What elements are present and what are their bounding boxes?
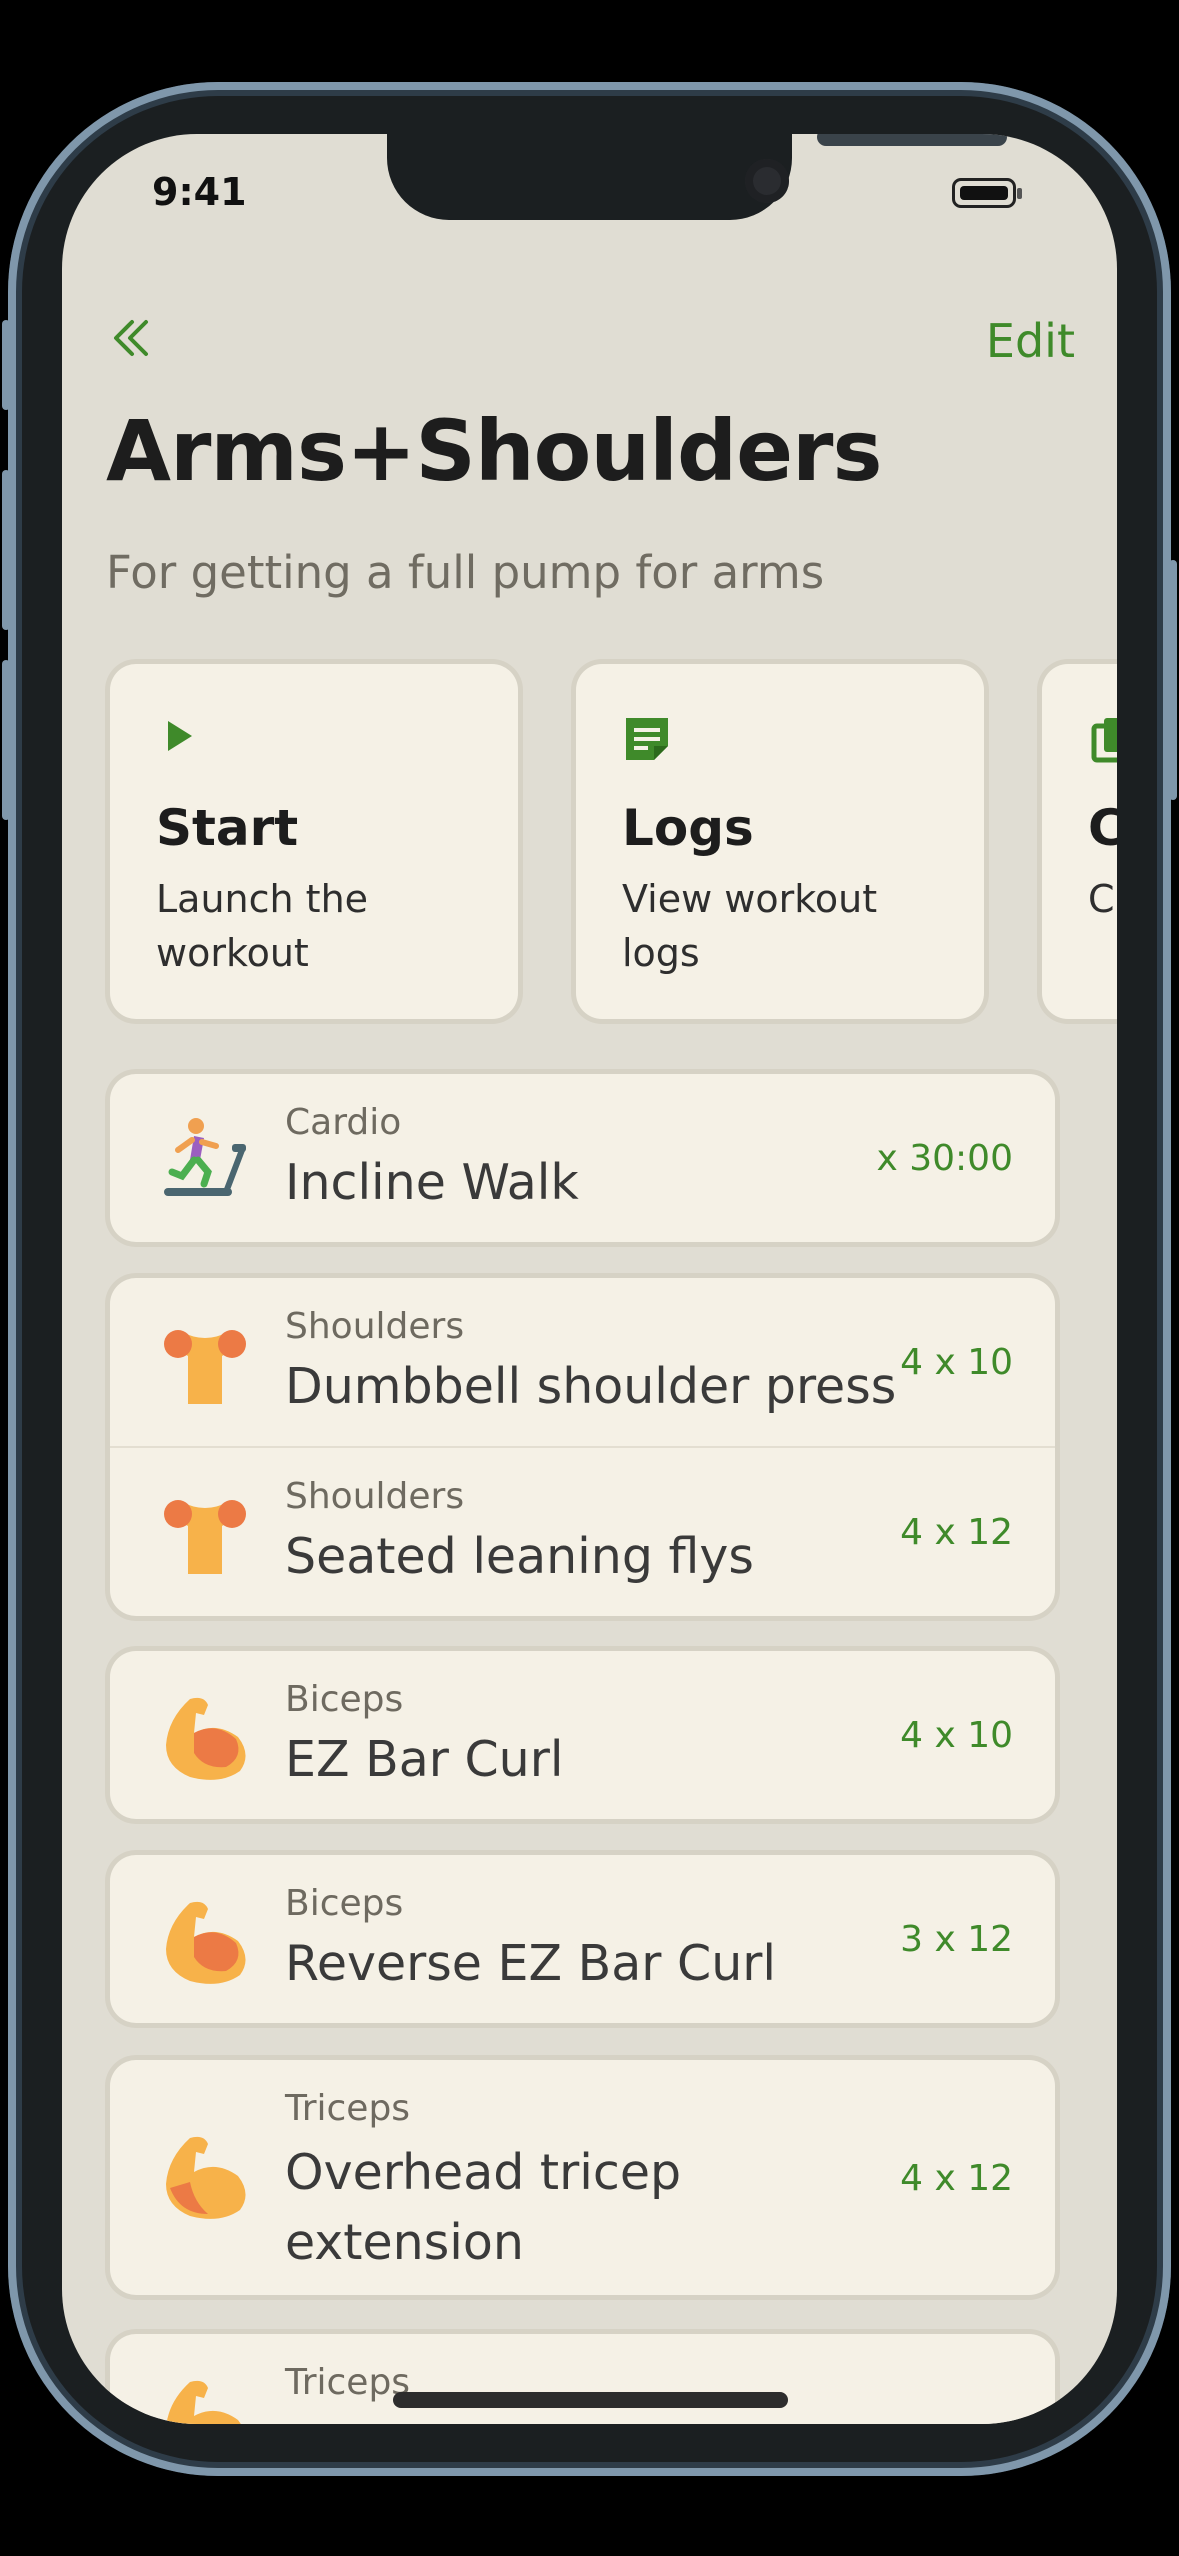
exercise-row[interactable]: Cardio Incline Walk x 30:00 (110, 1074, 1055, 1242)
home-indicator[interactable] (393, 2392, 788, 2408)
shoulders-icon (160, 1320, 250, 1410)
phone-screen: 9:41 Edit Arms+Shoulders For getting a f… (62, 134, 1117, 2424)
notch (387, 134, 1007, 220)
side-button (2, 320, 10, 410)
exercise-name: EZ Bar Curl (285, 1731, 564, 1788)
exercise-category: Triceps (285, 2362, 411, 2403)
exercise-name: Incline Walk (285, 1154, 579, 1211)
exercise-name: Seated leaning flys (285, 1528, 754, 1585)
logs-desc: View workout logs (622, 877, 878, 975)
exercise-group-biceps-2: Biceps Reverse EZ Bar Curl 3 x 12 (110, 1855, 1055, 2023)
status-time: 9:41 (152, 170, 247, 214)
exercise-sets: 4 x 12 (900, 1512, 1013, 1553)
exercise-row[interactable]: Triceps Overhead tricep extension 4 x 12 (110, 2060, 1055, 2295)
exercise-category: Triceps (285, 2088, 411, 2129)
exercise-group-shoulders: Shoulders Dumbbell shoulder press 4 x 10… (110, 1278, 1055, 1616)
exercise-row[interactable]: Shoulders Dumbbell shoulder press 4 x 10 (110, 1278, 1055, 1446)
exercise-category: Biceps (285, 1679, 404, 1720)
exercise-group-biceps: Biceps EZ Bar Curl 4 x 10 (110, 1651, 1055, 1819)
speaker (817, 134, 1007, 146)
power-button (1169, 560, 1177, 800)
exercise-sets: 4 x 12 (900, 2158, 1013, 2199)
battery-tip (1017, 188, 1022, 199)
exercise-sets: 4 x 10 (900, 1715, 1013, 1756)
exercise-group-triceps: Triceps Overhead tricep extension 4 x 12 (110, 2060, 1055, 2295)
volume-down-button (2, 660, 10, 820)
exercise-sets: 3 x 12 (900, 1919, 1013, 1960)
treadmill-runner-icon (160, 1116, 250, 1206)
play-icon (156, 714, 200, 758)
exercise-name: Reverse EZ Bar Curl (285, 1935, 777, 1992)
copy-card[interactable]: C C w (1042, 664, 1117, 1019)
logs-title: Logs (622, 799, 754, 857)
camera-icon (745, 159, 789, 203)
flexed-biceps-icon (160, 1897, 250, 1987)
exercise-sets: 4 x 10 (900, 1342, 1013, 1383)
copy-icon (1088, 714, 1117, 763)
edit-button[interactable]: Edit (986, 314, 1075, 368)
start-card[interactable]: Start Launch the workout (110, 664, 518, 1019)
exercise-category: Cardio (285, 1102, 402, 1143)
volume-up-button (2, 470, 10, 630)
exercise-row[interactable]: Triceps (110, 2334, 1055, 2424)
logs-card[interactable]: Logs View workout logs (576, 664, 984, 1019)
exercise-group-triceps-2: Triceps (110, 2334, 1055, 2424)
exercise-sets: x 30:00 (876, 1138, 1014, 1179)
exercise-name: Overhead tricep extension (285, 2144, 682, 2271)
flexed-biceps-icon (160, 2376, 250, 2424)
flexed-biceps-icon (160, 1693, 250, 1783)
shoulders-icon (160, 1490, 250, 1580)
notes-icon (622, 714, 668, 760)
chevron-double-left-icon[interactable] (106, 314, 154, 372)
start-desc: Launch the workout (156, 877, 369, 975)
start-title: Start (156, 799, 299, 857)
exercise-group-cardio: Cardio Incline Walk x 30:00 (110, 1074, 1055, 1242)
exercise-name: Dumbbell shoulder press (285, 1358, 897, 1415)
copy-desc: C w (1088, 877, 1117, 921)
exercise-row[interactable]: Biceps EZ Bar Curl 4 x 10 (110, 1651, 1055, 1819)
copy-title: C (1088, 799, 1117, 857)
exercise-row[interactable]: Biceps Reverse EZ Bar Curl 3 x 12 (110, 1855, 1055, 2023)
page-title: Arms+Shoulders (106, 402, 882, 500)
exercise-category: Biceps (285, 1883, 404, 1924)
page-subtitle: For getting a full pump for arms (106, 546, 825, 599)
battery-icon (952, 178, 1016, 208)
exercise-category: Shoulders (285, 1306, 465, 1347)
exercise-category: Shoulders (285, 1476, 465, 1517)
exercise-row[interactable]: Shoulders Seated leaning flys 4 x 12 (110, 1446, 1055, 1616)
flexed-biceps-icon (160, 2132, 250, 2222)
